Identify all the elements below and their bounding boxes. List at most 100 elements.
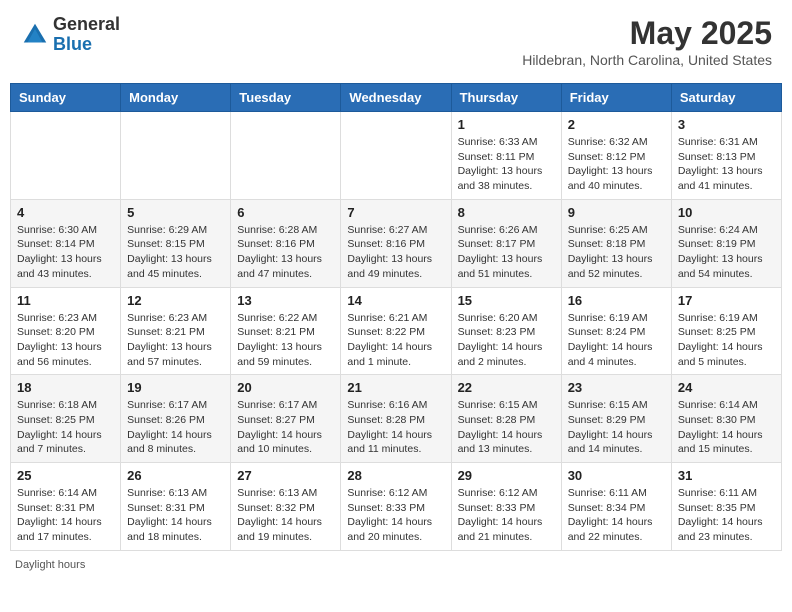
calendar-day-cell — [11, 112, 121, 200]
calendar-week-row: 11 Sunrise: 6:23 AM Sunset: 8:20 PM Dayli… — [11, 287, 782, 375]
day-number: 13 — [237, 293, 334, 308]
day-number: 29 — [458, 468, 555, 483]
calendar-day-cell: 29 Sunrise: 6:12 AM Sunset: 8:33 PM Dayli… — [451, 463, 561, 551]
calendar-day-cell — [231, 112, 341, 200]
location-text: Hildebran, North Carolina, United States — [522, 52, 772, 68]
day-info: Sunrise: 6:31 AM Sunset: 8:13 PM Dayligh… — [678, 135, 775, 194]
calendar-day-cell: 6 Sunrise: 6:28 AM Sunset: 8:16 PM Daylig… — [231, 199, 341, 287]
day-info: Sunrise: 6:17 AM Sunset: 8:26 PM Dayligh… — [127, 398, 224, 457]
calendar-day-cell: 10 Sunrise: 6:24 AM Sunset: 8:19 PM Dayli… — [671, 199, 781, 287]
calendar-day-cell: 3Sunrise: 6:31 AM Sunset: 8:13 PM Daylig… — [671, 112, 781, 200]
logo-icon — [20, 20, 50, 50]
day-info: Sunrise: 6:24 AM Sunset: 8:19 PM Dayligh… — [678, 223, 775, 282]
day-number: 22 — [458, 380, 555, 395]
day-info: Sunrise: 6:19 AM Sunset: 8:25 PM Dayligh… — [678, 311, 775, 370]
calendar-weekday-header: Thursday — [451, 84, 561, 112]
day-info: Sunrise: 6:26 AM Sunset: 8:17 PM Dayligh… — [458, 223, 555, 282]
day-number: 28 — [347, 468, 444, 483]
day-info: Sunrise: 6:14 AM Sunset: 8:30 PM Dayligh… — [678, 398, 775, 457]
calendar-day-cell: 21 Sunrise: 6:16 AM Sunset: 8:28 PM Dayli… — [341, 375, 451, 463]
day-info: Sunrise: 6:33 AM Sunset: 8:11 PM Dayligh… — [458, 135, 555, 194]
calendar-weekday-header: Sunday — [11, 84, 121, 112]
calendar-day-cell: 5Sunrise: 6:29 AM Sunset: 8:15 PM Daylig… — [121, 199, 231, 287]
calendar-day-cell: 16 Sunrise: 6:19 AM Sunset: 8:24 PM Dayli… — [561, 287, 671, 375]
day-info: Sunrise: 6:15 AM Sunset: 8:29 PM Dayligh… — [568, 398, 665, 457]
calendar-day-cell: 27Sunrise: 6:13 AM Sunset: 8:32 PM Dayli… — [231, 463, 341, 551]
calendar-weekday-header: Tuesday — [231, 84, 341, 112]
day-info: Sunrise: 6:17 AM Sunset: 8:27 PM Dayligh… — [237, 398, 334, 457]
calendar-day-cell: 12 Sunrise: 6:23 AM Sunset: 8:21 PM Dayli… — [121, 287, 231, 375]
day-info: Sunrise: 6:16 AM Sunset: 8:28 PM Dayligh… — [347, 398, 444, 457]
day-number: 18 — [17, 380, 114, 395]
day-number: 1 — [458, 117, 555, 132]
calendar-day-cell: 20 Sunrise: 6:17 AM Sunset: 8:27 PM Dayli… — [231, 375, 341, 463]
day-number: 19 — [127, 380, 224, 395]
day-info: Sunrise: 6:20 AM Sunset: 8:23 PM Dayligh… — [458, 311, 555, 370]
day-info: Sunrise: 6:28 AM Sunset: 8:16 PM Dayligh… — [237, 223, 334, 282]
calendar-day-cell: 25 Sunrise: 6:14 AM Sunset: 8:31 PM Dayli… — [11, 463, 121, 551]
day-info: Sunrise: 6:12 AM Sunset: 8:33 PM Dayligh… — [347, 486, 444, 545]
logo-general-text: General — [53, 15, 120, 35]
calendar-day-cell: 31Sunrise: 6:11 AM Sunset: 8:35 PM Dayli… — [671, 463, 781, 551]
calendar-day-cell: 17Sunrise: 6:19 AM Sunset: 8:25 PM Dayli… — [671, 287, 781, 375]
calendar-day-cell: 1 Sunrise: 6:33 AM Sunset: 8:11 PM Daylig… — [451, 112, 561, 200]
calendar-day-cell: 28 Sunrise: 6:12 AM Sunset: 8:33 PM Dayli… — [341, 463, 451, 551]
day-info: Sunrise: 6:21 AM Sunset: 8:22 PM Dayligh… — [347, 311, 444, 370]
logo-blue-text: Blue — [53, 35, 120, 55]
calendar-day-cell: 15 Sunrise: 6:20 AM Sunset: 8:23 PM Dayli… — [451, 287, 561, 375]
calendar-day-cell: 13 Sunrise: 6:22 AM Sunset: 8:21 PM Dayli… — [231, 287, 341, 375]
calendar-weekday-header: Saturday — [671, 84, 781, 112]
title-block: May 2025 Hildebran, North Carolina, Unit… — [522, 15, 772, 68]
day-number: 6 — [237, 205, 334, 220]
day-number: 25 — [17, 468, 114, 483]
calendar-day-cell: 14Sunrise: 6:21 AM Sunset: 8:22 PM Dayli… — [341, 287, 451, 375]
day-number: 10 — [678, 205, 775, 220]
calendar-weekday-header: Monday — [121, 84, 231, 112]
day-info: Sunrise: 6:32 AM Sunset: 8:12 PM Dayligh… — [568, 135, 665, 194]
calendar-weekday-header: Wednesday — [341, 84, 451, 112]
day-number: 11 — [17, 293, 114, 308]
day-info: Sunrise: 6:19 AM Sunset: 8:24 PM Dayligh… — [568, 311, 665, 370]
day-number: 12 — [127, 293, 224, 308]
calendar-day-cell: 19 Sunrise: 6:17 AM Sunset: 8:26 PM Dayli… — [121, 375, 231, 463]
day-number: 27 — [237, 468, 334, 483]
day-number: 7 — [347, 205, 444, 220]
calendar-day-cell: 4Sunrise: 6:30 AM Sunset: 8:14 PM Daylig… — [11, 199, 121, 287]
day-info: Sunrise: 6:23 AM Sunset: 8:20 PM Dayligh… — [17, 311, 114, 370]
day-info: Sunrise: 6:11 AM Sunset: 8:35 PM Dayligh… — [678, 486, 775, 545]
calendar-week-row: 25 Sunrise: 6:14 AM Sunset: 8:31 PM Dayli… — [11, 463, 782, 551]
day-info: Sunrise: 6:12 AM Sunset: 8:33 PM Dayligh… — [458, 486, 555, 545]
day-info: Sunrise: 6:14 AM Sunset: 8:31 PM Dayligh… — [17, 486, 114, 545]
calendar-table: SundayMondayTuesdayWednesdayThursdayFrid… — [10, 83, 782, 551]
day-number: 16 — [568, 293, 665, 308]
day-number: 30 — [568, 468, 665, 483]
day-number: 20 — [237, 380, 334, 395]
calendar-day-cell: 23Sunrise: 6:15 AM Sunset: 8:29 PM Dayli… — [561, 375, 671, 463]
day-info: Sunrise: 6:23 AM Sunset: 8:21 PM Dayligh… — [127, 311, 224, 370]
calendar-weekday-header: Friday — [561, 84, 671, 112]
calendar-day-cell: 8Sunrise: 6:26 AM Sunset: 8:17 PM Daylig… — [451, 199, 561, 287]
day-number: 21 — [347, 380, 444, 395]
calendar-day-cell: 22 Sunrise: 6:15 AM Sunset: 8:28 PM Dayli… — [451, 375, 561, 463]
day-number: 9 — [568, 205, 665, 220]
day-info: Sunrise: 6:30 AM Sunset: 8:14 PM Dayligh… — [17, 223, 114, 282]
day-info: Sunrise: 6:22 AM Sunset: 8:21 PM Dayligh… — [237, 311, 334, 370]
calendar-week-row: 18Sunrise: 6:18 AM Sunset: 8:25 PM Dayli… — [11, 375, 782, 463]
day-number: 26 — [127, 468, 224, 483]
day-info: Sunrise: 6:11 AM Sunset: 8:34 PM Dayligh… — [568, 486, 665, 545]
calendar-day-cell: 9Sunrise: 6:25 AM Sunset: 8:18 PM Daylig… — [561, 199, 671, 287]
calendar-day-cell: 26 Sunrise: 6:13 AM Sunset: 8:31 PM Dayli… — [121, 463, 231, 551]
calendar-day-cell: 18Sunrise: 6:18 AM Sunset: 8:25 PM Dayli… — [11, 375, 121, 463]
day-number: 24 — [678, 380, 775, 395]
day-info: Sunrise: 6:15 AM Sunset: 8:28 PM Dayligh… — [458, 398, 555, 457]
month-title: May 2025 — [522, 15, 772, 52]
calendar-day-cell: 30 Sunrise: 6:11 AM Sunset: 8:34 PM Dayli… — [561, 463, 671, 551]
day-number: 2 — [568, 117, 665, 132]
calendar-day-cell: 7Sunrise: 6:27 AM Sunset: 8:16 PM Daylig… — [341, 199, 451, 287]
calendar-day-cell: 11 Sunrise: 6:23 AM Sunset: 8:20 PM Dayli… — [11, 287, 121, 375]
page-header: General Blue May 2025 Hildebran, North C… — [10, 10, 782, 73]
day-number: 15 — [458, 293, 555, 308]
day-number: 5 — [127, 205, 224, 220]
day-info: Sunrise: 6:13 AM Sunset: 8:31 PM Dayligh… — [127, 486, 224, 545]
calendar-week-row: 4Sunrise: 6:30 AM Sunset: 8:14 PM Daylig… — [11, 199, 782, 287]
